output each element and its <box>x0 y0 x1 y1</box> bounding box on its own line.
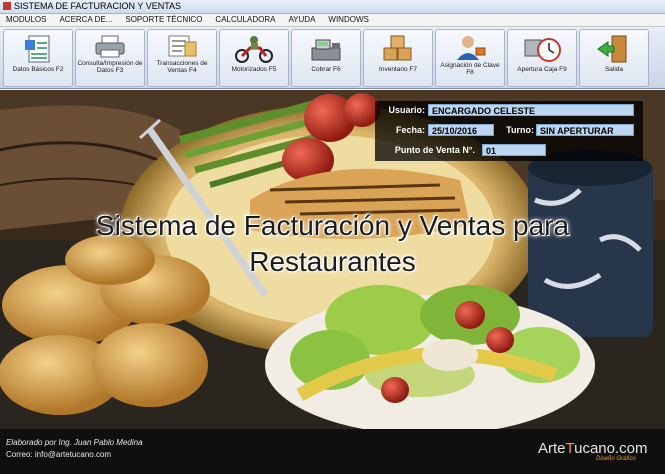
session-info-panel: Usuario: ENCARGADO CELESTE Fecha: 25/10/… <box>375 101 643 161</box>
fecha-field: 25/10/2016 <box>428 124 494 136</box>
inventario-button[interactable]: Inventario F7 <box>363 29 433 87</box>
contact-email: Correo: info@artetucano.com <box>6 450 112 459</box>
cash-register-icon <box>311 39 341 61</box>
boxes-icon <box>383 35 412 61</box>
fecha-label: Fecha: <box>395 125 425 135</box>
title-bar: SISTEMA DE FACTURACION Y VENTAS <box>0 0 665 14</box>
motorizados-label: Motorizados F5 <box>231 66 277 73</box>
inventario-label: Inventario F7 <box>379 66 417 73</box>
form-icon <box>25 35 50 63</box>
author-credit: Elaborado por Ing. Juan Pablo Medina <box>6 438 143 447</box>
brand-part-c: .com <box>615 440 648 457</box>
salida-button[interactable]: Salida <box>579 29 649 87</box>
asignacion-clave-button[interactable]: Asignación de Clave F8 <box>435 29 505 87</box>
consulta-impresion-label: Consulta/Impresión de Datos F3 <box>77 60 143 74</box>
datos-basicos-label: Datos Básicos F2 <box>12 66 64 73</box>
printer-icon <box>95 35 125 58</box>
consulta-impresion-button[interactable]: Consulta/Impresión de Datos F3 <box>75 29 145 87</box>
toolbar: Datos Básicos F2 Consulta/Impresión de D… <box>0 27 665 89</box>
usuario-field: ENCARGADO CELESTE <box>428 104 634 116</box>
punto-venta-field: 01 <box>482 144 546 156</box>
motorizados-button[interactable]: Motorizados F5 <box>219 29 289 87</box>
transacciones-button[interactable]: Transacciones de Ventas F4 <box>147 29 217 87</box>
banner-line-1: Sistema de Facturación y Ventas para <box>95 210 570 241</box>
transacciones-label: Transacciones de Ventas F4 <box>156 60 208 74</box>
turno-field: SIN APERTURAR <box>536 124 634 136</box>
punto-venta-label: Punto de Venta N°. <box>394 145 475 155</box>
menu-windows[interactable]: WINDOWS <box>322 14 375 26</box>
app-icon <box>3 2 11 10</box>
usuario-label: Usuario: <box>388 105 425 115</box>
brand-logo: ArteTucano.com <box>538 440 648 457</box>
footer: Elaborado por Ing. Juan Pablo Medina Cor… <box>0 429 665 474</box>
turno-label: Turno: <box>506 125 534 135</box>
menu-bar: MODULOS ACERCA DE... SOPORTE TÉCNICO CAL… <box>0 14 665 27</box>
datos-basicos-button[interactable]: Datos Básicos F2 <box>3 29 73 87</box>
banner-heading: Sistema de Facturación y Ventas para Res… <box>0 208 665 280</box>
window-title: SISTEMA DE FACTURACION Y VENTAS <box>14 1 182 11</box>
brand-part-a: Arte <box>538 440 566 457</box>
cobrar-label: Cobrar F6 <box>311 66 341 73</box>
asignacion-clave-label: Asignación de Clave F8 <box>440 62 500 76</box>
apertura-caja-label: Apertura Caja F9 <box>517 66 567 73</box>
clock-icon <box>524 38 561 62</box>
menu-soporte[interactable]: SOPORTE TÉCNICO <box>119 14 209 26</box>
banner-line-2: Restaurantes <box>249 246 416 277</box>
menu-ayuda[interactable]: AYUDA <box>282 14 322 26</box>
motorcycle-icon <box>235 36 273 63</box>
apertura-caja-button[interactable]: Apertura Caja F9 <box>507 29 577 87</box>
cobrar-button[interactable]: Cobrar F6 <box>291 29 361 87</box>
exit-door-icon <box>597 35 627 63</box>
user-key-icon <box>457 36 486 60</box>
menu-acerca[interactable]: ACERCA DE... <box>53 14 119 26</box>
menu-modulos[interactable]: MODULOS <box>0 14 53 26</box>
brand-part-b: ucano <box>574 440 615 457</box>
brand-tagline: Diseño Gráfico <box>596 456 636 462</box>
salida-label: Salida <box>604 66 624 73</box>
menu-calculadora[interactable]: CALCULADORA <box>209 14 282 26</box>
background-photo: Usuario: ENCARGADO CELESTE Fecha: 25/10/… <box>0 90 665 429</box>
invoice-icon <box>168 35 197 57</box>
toucan-icon: T <box>565 440 575 457</box>
